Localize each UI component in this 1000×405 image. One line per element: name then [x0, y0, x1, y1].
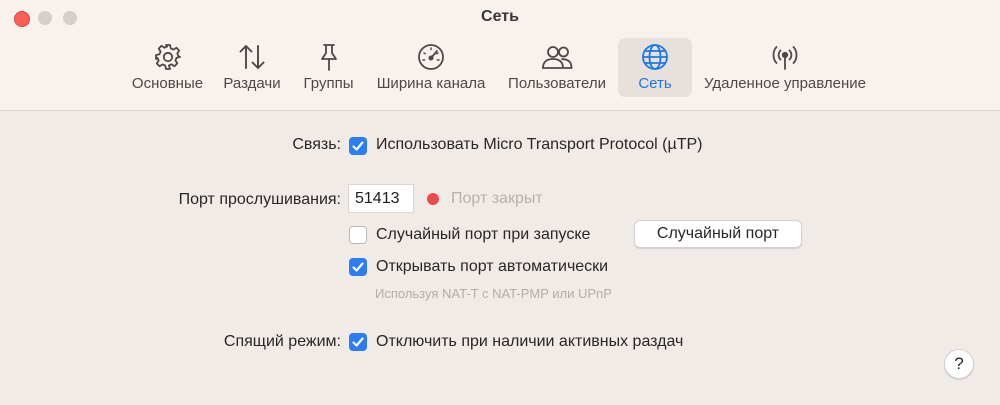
sleep-label: Спящий режим:	[223, 333, 341, 350]
checkmark-icon	[352, 337, 364, 347]
tab-label: Удаленное управление	[704, 75, 866, 92]
checkmark-icon	[352, 262, 364, 272]
tab-transfers[interactable]: Раздачи	[217, 38, 287, 97]
port-status-indicator	[427, 193, 439, 205]
tab-users[interactable]: Пользователи	[501, 38, 613, 97]
port-status-text: Порт закрыт	[451, 190, 543, 207]
gauge-icon	[418, 44, 444, 70]
globe-icon	[642, 44, 668, 70]
pin-icon	[320, 44, 337, 71]
tab-bandwidth[interactable]: Ширина канала	[369, 38, 493, 97]
users-icon	[542, 46, 573, 69]
port-label: Порт прослушивания:	[178, 191, 341, 208]
tab-network[interactable]: Сеть	[618, 38, 692, 97]
gear-icon	[154, 44, 181, 70]
prevent-sleep-label: Отключить при наличии активных раздач	[376, 333, 684, 350]
help-button[interactable]: ?	[944, 349, 974, 379]
random-port-checkbox[interactable]	[349, 226, 367, 244]
tab-label: Ширина канала	[376, 75, 486, 92]
tab-label: Основные	[131, 75, 204, 92]
antenna-icon	[772, 46, 798, 70]
port-input[interactable]: 51413	[348, 184, 414, 213]
auto-open-port-checkbox[interactable]	[349, 258, 367, 276]
random-port-button[interactable]: Случайный порт	[634, 220, 802, 248]
tab-label: Раздачи	[223, 75, 281, 92]
connection-label: Связь:	[292, 136, 341, 153]
auto-open-hint: Используя NAT-T с NAT-PMP или UPnP	[375, 286, 612, 301]
window-title: Сеть	[481, 8, 519, 25]
tab-remote[interactable]: Удаленное управление	[697, 38, 873, 97]
tab-label: Группы	[303, 75, 354, 92]
utp-label: Использовать Micro Transport Protocol (µ…	[376, 136, 703, 153]
random-port-label: Случайный порт при запуске	[376, 226, 591, 243]
auto-open-port-label: Открывать порт автоматически	[376, 258, 609, 275]
preferences-window: Сеть Основные Раздачи Группы Ширина кана…	[0, 0, 1000, 405]
transfer-arrows-icon	[239, 45, 265, 69]
prevent-sleep-checkbox[interactable]	[349, 333, 367, 351]
tab-label: Сеть	[638, 75, 672, 92]
tab-general[interactable]: Основные	[127, 38, 208, 97]
tab-groups[interactable]: Группы	[297, 38, 360, 97]
utp-checkbox[interactable]	[349, 137, 367, 155]
toolbar: Сеть Основные Раздачи Группы Ширина кана…	[0, 0, 1000, 111]
checkmark-icon	[352, 141, 364, 151]
tab-label: Пользователи	[508, 75, 606, 92]
